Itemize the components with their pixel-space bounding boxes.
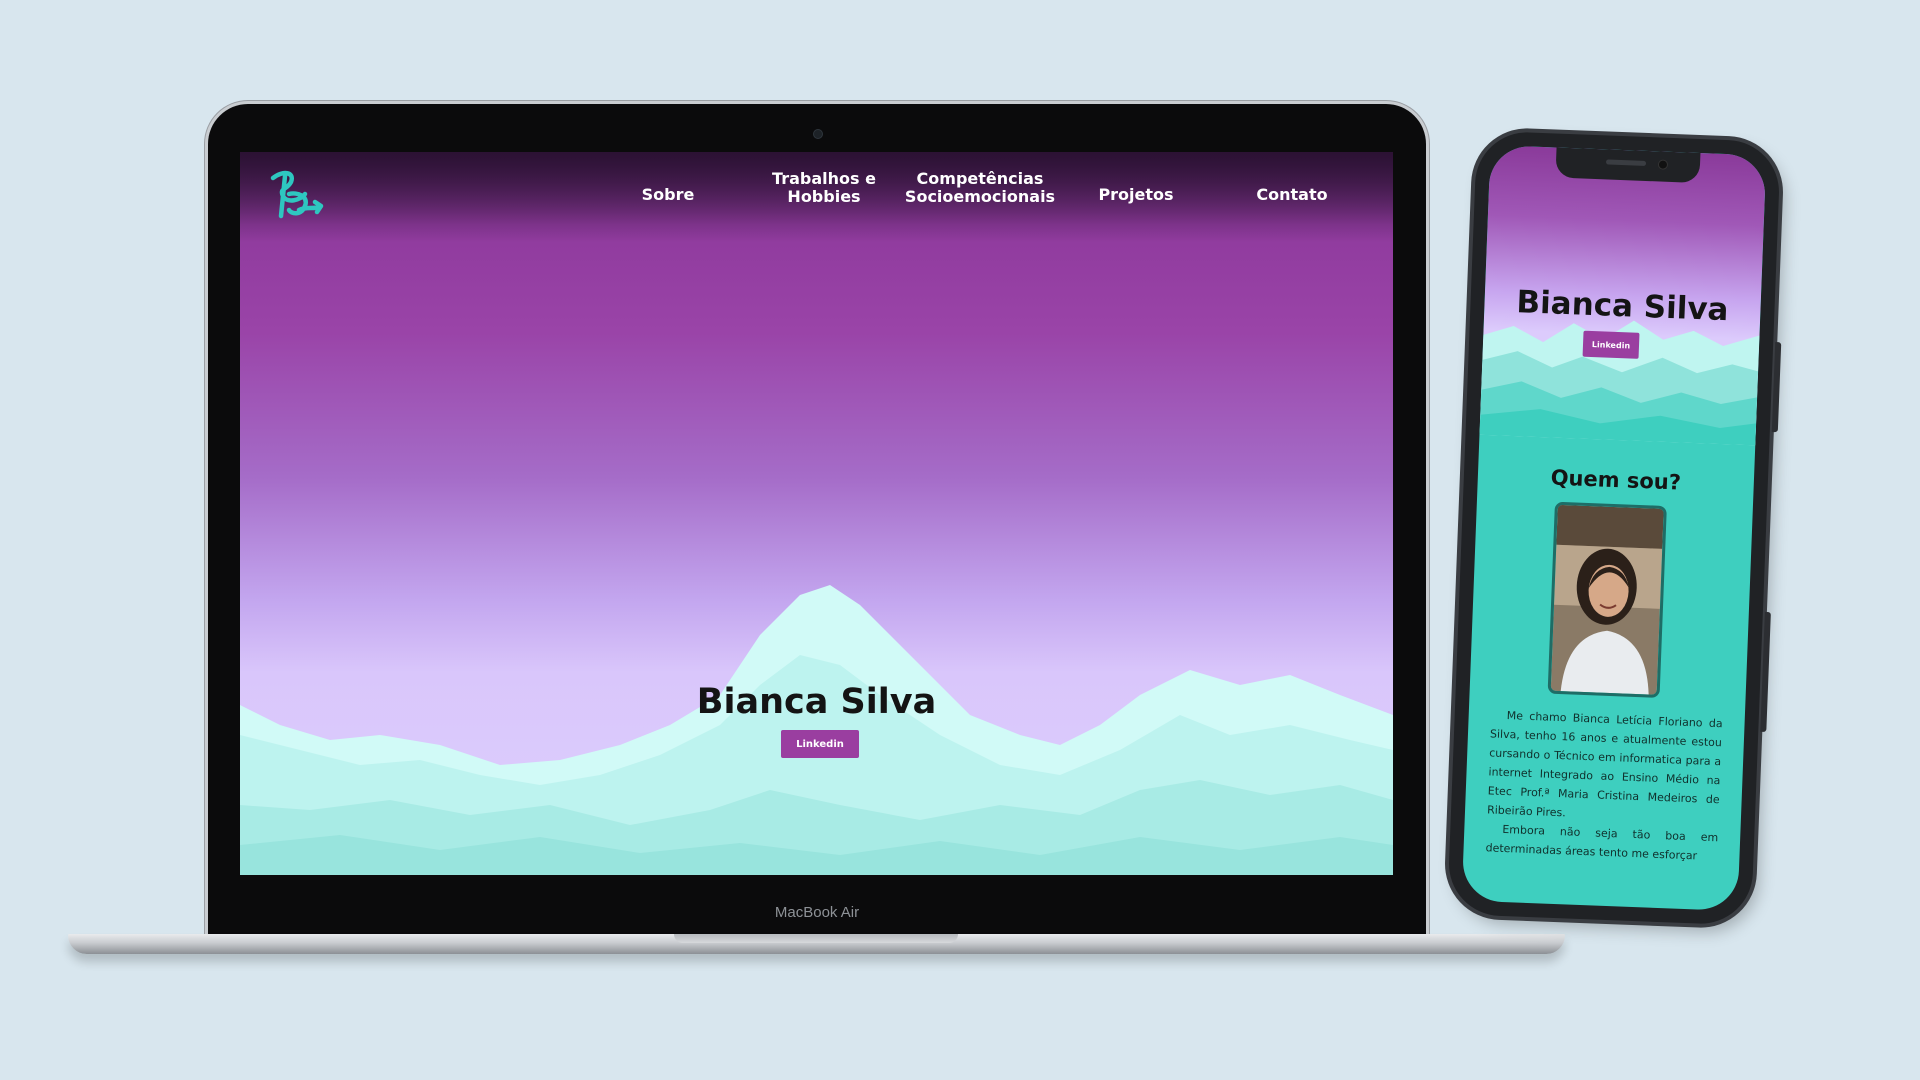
- laptop-hinge-notch: [674, 934, 958, 943]
- nav-item-contato[interactable]: Contato: [1212, 186, 1372, 204]
- phone-screen: Bianca Silva Linkedin Quem sou? Me chamo…: [1461, 144, 1767, 912]
- nav-label: Sobre: [641, 185, 695, 204]
- nav-label-line-2: Socioemocionais: [904, 187, 1056, 206]
- laptop-mockup: Sobre Trabalhos e Hobbies Competências S…: [208, 104, 1426, 936]
- about-paragraph: Embora não seja tão boa em determinadas …: [1485, 822, 1719, 863]
- portrait-image: [1550, 504, 1664, 695]
- phone-mockup: Bianca Silva Linkedin Quem sou? Me chamo…: [1447, 130, 1782, 926]
- nav-item-projetos[interactable]: Projetos: [1056, 186, 1216, 204]
- about-paragraph: Me chamo Bianca Letícia Floriano da Silv…: [1486, 709, 1723, 820]
- laptop-screen: Sobre Trabalhos e Hobbies Competências S…: [240, 152, 1393, 875]
- nav-label-line-2: Hobbies: [787, 187, 861, 206]
- linkedin-button[interactable]: Linkedin: [781, 730, 859, 758]
- camera-icon: [1657, 159, 1669, 170]
- linkedin-button[interactable]: Linkedin: [1582, 330, 1640, 359]
- profile-photo: [1547, 501, 1667, 698]
- phone-side-button: [1760, 611, 1771, 732]
- device-label: MacBook Air: [774, 904, 860, 921]
- phone-side-button: [1771, 342, 1782, 433]
- nav-label: Contato: [1256, 185, 1328, 204]
- site-navbar: Sobre Trabalhos e Hobbies Competências S…: [240, 152, 1393, 242]
- nav-item-competencias[interactable]: Competências Socioemocionais: [900, 170, 1060, 206]
- nav-label: Projetos: [1098, 185, 1174, 204]
- nav-label-line-1: Trabalhos e: [772, 169, 876, 188]
- mountain-landscape: [240, 585, 1393, 875]
- section-heading: Quem sou?: [1550, 465, 1682, 495]
- nav-item-sobre[interactable]: Sobre: [588, 186, 748, 204]
- speaker-icon: [1605, 159, 1647, 166]
- hero-title: Bianca Silva: [696, 682, 937, 722]
- about-text: Me chamo Bianca Letícia Floriano da Silv…: [1485, 705, 1723, 866]
- laptop-base: [68, 934, 1565, 954]
- phone-notch: [1555, 147, 1701, 184]
- nav-item-trabalhos-hobbies[interactable]: Trabalhos e Hobbies: [744, 170, 904, 206]
- bs-monogram-logo-icon[interactable]: [265, 166, 331, 230]
- nav-label-line-1: Competências: [916, 169, 1044, 188]
- camera-icon: [813, 129, 823, 139]
